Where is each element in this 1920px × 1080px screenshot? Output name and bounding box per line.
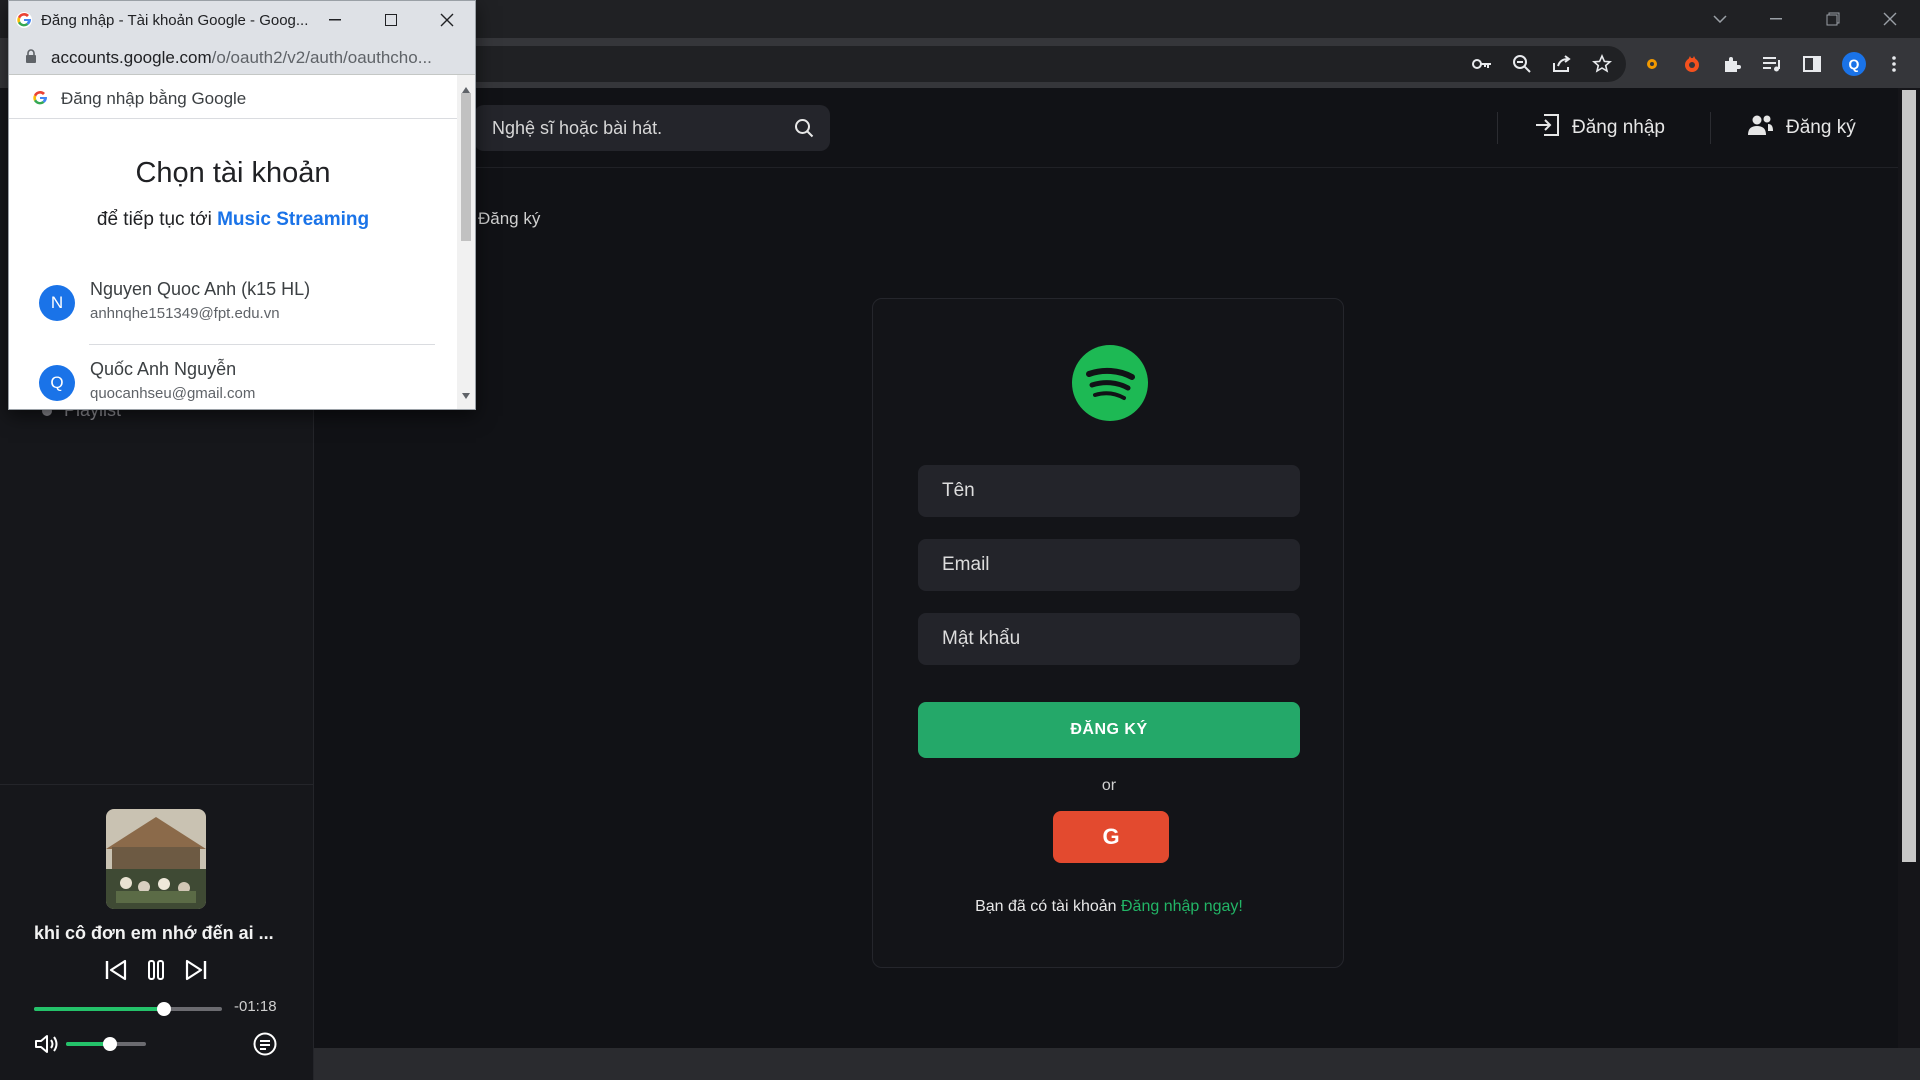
media-control-icon[interactable]: [1758, 50, 1786, 78]
profile-avatar[interactable]: Q: [1840, 50, 1868, 78]
profile-initial: Q: [1842, 52, 1866, 76]
login-prompt: Bạn đã có tài khoản Đăng nhập ngay!: [873, 898, 1345, 916]
choose-account-title: Chọn tài khoản: [135, 157, 331, 189]
name-field[interactable]: [918, 465, 1300, 517]
search-input[interactable]: [492, 117, 782, 139]
previous-track-icon[interactable]: [104, 959, 128, 986]
bookmark-star-icon[interactable]: [1588, 50, 1616, 78]
popup-content: Đăng nhập bằng Google Chọn tài khoản để …: [9, 75, 475, 409]
email-field[interactable]: [918, 539, 1300, 591]
popup-header-text: Đăng nhập bằng Google: [61, 89, 247, 108]
popup-url: accounts.google.com/o/oauth2/v2/auth/oau…: [51, 48, 463, 68]
continue-prefix: để tiếp tục tới: [96, 209, 218, 230]
playback-controls: [104, 957, 208, 987]
password-key-icon[interactable]: [1468, 50, 1496, 78]
account-email: quocanhseu@gmail.com: [90, 385, 256, 402]
extension-orange-icon[interactable]: [1638, 50, 1666, 78]
popup-scrollbar[interactable]: [457, 75, 475, 409]
google-logo-icon: [31, 89, 49, 112]
nav-divider: [1710, 112, 1711, 144]
close-window-icon[interactable]: [1862, 0, 1918, 38]
volume-icon[interactable]: [34, 1033, 60, 1055]
url-host: accounts.google.com: [51, 48, 212, 67]
url-path: /o/oauth2/v2/auth/oauthcho...: [211, 48, 432, 67]
account-name: Quốc Anh Nguyễn: [90, 359, 237, 379]
password-field[interactable]: [918, 613, 1300, 665]
pause-icon[interactable]: [146, 959, 166, 986]
address-bar[interactable]: [400, 46, 1626, 82]
nav-divider: [1497, 112, 1498, 144]
account-name: Nguyen Quoc Anh (k15 HL): [90, 279, 311, 299]
side-panel-icon[interactable]: [1798, 50, 1826, 78]
continue-to-line: để tiếp tục tới Music Streaming: [9, 209, 457, 231]
popup-maximize-icon[interactable]: [363, 1, 419, 39]
breadcrumb: Đăng ký: [478, 209, 541, 228]
account-avatar: Q: [39, 365, 75, 401]
search-box[interactable]: [474, 105, 830, 151]
progress-slider[interactable]: [34, 1002, 222, 1016]
signup-card: ĐĂNG KÝ or G Bạn đã có tài khoản Đăng nh…: [872, 298, 1344, 968]
signup-submit-button[interactable]: ĐĂNG KÝ: [918, 702, 1300, 758]
minimize-icon[interactable]: [1748, 0, 1804, 38]
account-item[interactable]: N Nguyen Quoc Anh (k15 HL) anhnqhe151349…: [9, 267, 457, 339]
kebab-menu-icon[interactable]: [1880, 50, 1908, 78]
extension-fox-icon[interactable]: [1678, 50, 1706, 78]
share-icon[interactable]: [1548, 50, 1576, 78]
music-player: khi cô đơn em nhớ đến ai ... -01:18: [0, 784, 314, 1080]
restore-icon[interactable]: [1805, 0, 1861, 38]
volume-knob[interactable]: [103, 1037, 117, 1051]
google-g-icon: G: [1102, 824, 1120, 849]
volume-slider[interactable]: [66, 1037, 146, 1051]
google-favicon-icon: [15, 11, 33, 34]
spotify-logo-icon: [1072, 345, 1148, 421]
app-name-link[interactable]: Music Streaming: [217, 209, 369, 230]
signup-label: Đăng ký: [1786, 117, 1856, 138]
popup-close-icon[interactable]: [419, 1, 475, 39]
tab-search-icon[interactable]: [1692, 0, 1748, 38]
popup-header: Đăng nhập bằng Google: [9, 75, 457, 119]
popup-titlebar: Đăng nhập - Tài khoản Google - Goog...: [9, 1, 475, 39]
signup-submit-label: ĐĂNG KÝ: [1070, 721, 1148, 738]
zoom-icon[interactable]: [1508, 50, 1536, 78]
account-item[interactable]: Q Quốc Anh Nguyễn quocanhseu@gmail.com: [9, 347, 457, 409]
popup-minimize-icon[interactable]: [307, 1, 363, 39]
progress-fill: [34, 1007, 164, 1011]
login-icon: [1534, 113, 1560, 143]
add-user-icon: [1746, 114, 1774, 142]
account-email: anhnqhe151349@fpt.edu.vn: [90, 305, 280, 322]
popup-window-title: Đăng nhập - Tài khoản Google - Goog...: [41, 12, 309, 29]
progress-knob[interactable]: [156, 1002, 171, 1016]
time-remaining: -01:18: [234, 998, 277, 1015]
horizontal-scrollbar[interactable]: [314, 1048, 1920, 1080]
page-scrollbar[interactable]: [1898, 88, 1920, 1080]
login-label: Đăng nhập: [1572, 117, 1665, 138]
extensions-puzzle-icon[interactable]: [1718, 50, 1746, 78]
google-signup-button[interactable]: G: [1053, 811, 1169, 863]
popup-url-bar[interactable]: accounts.google.com/o/oauth2/v2/auth/oau…: [9, 39, 475, 75]
top-bar: Đăng nhập Đăng ký: [314, 88, 1898, 168]
account-avatar: N: [39, 285, 75, 321]
next-track-icon[interactable]: [184, 959, 208, 986]
signup-button[interactable]: Đăng ký: [1746, 110, 1856, 146]
scroll-down-icon[interactable]: [462, 386, 470, 404]
popup-scrollbar-thumb[interactable]: [461, 93, 471, 241]
login-now-link[interactable]: Đăng nhập ngay!: [1121, 898, 1243, 915]
account-divider: [89, 344, 435, 345]
track-title: khi cô đơn em nhớ đến ai ...: [34, 923, 274, 943]
page-scrollbar-thumb[interactable]: [1902, 90, 1916, 862]
album-cover[interactable]: [106, 809, 206, 909]
google-signin-popup: Đăng nhập - Tài khoản Google - Goog... a…: [8, 0, 476, 410]
have-account-text: Bạn đã có tài khoản: [975, 898, 1121, 915]
queue-icon[interactable]: [252, 1031, 278, 1057]
search-icon[interactable]: [794, 118, 814, 143]
or-separator: or: [1101, 777, 1117, 794]
main-content: Đăng nhập Đăng ký Đăng ký ĐĂNG KÝ or: [314, 88, 1898, 1048]
lock-icon: [25, 49, 37, 69]
login-button[interactable]: Đăng nhập: [1534, 110, 1665, 146]
